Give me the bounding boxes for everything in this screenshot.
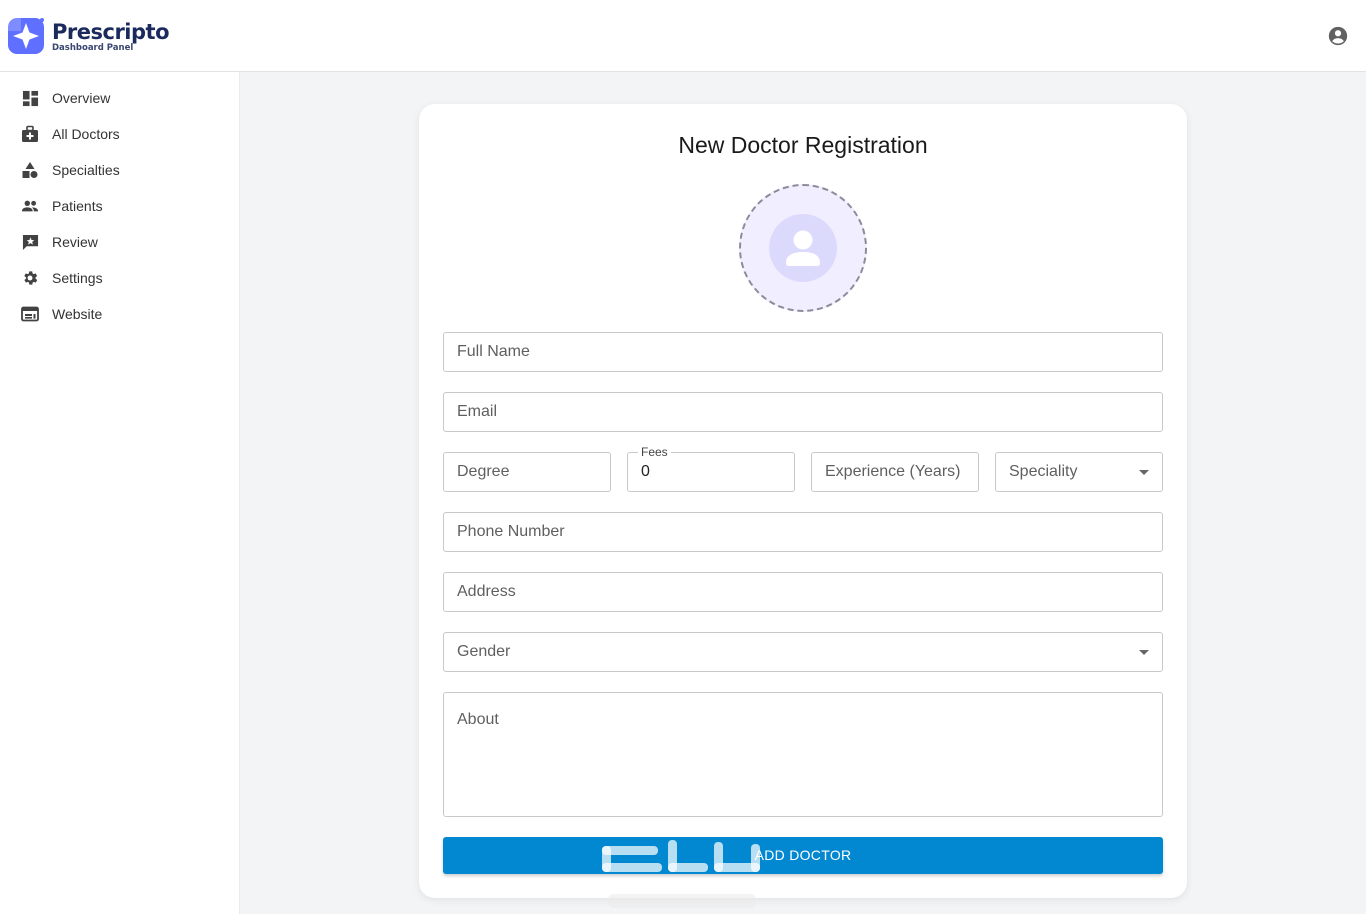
about-placeholder: About [457,711,499,728]
address-placeholder: Address [457,583,516,600]
account-circle-icon[interactable] [1327,25,1349,47]
degree-field[interactable]: Degree [443,452,611,492]
doctor-registration-card: New Doctor Registration Full Name Email … [419,104,1187,898]
brand-name: Prescripto [52,20,170,44]
shapes-icon [21,161,39,179]
speciality-select[interactable]: Speciality [995,452,1163,492]
full-name-placeholder: Full Name [457,343,530,360]
user-avatar-icon [769,214,837,282]
medical-bag-icon [21,125,39,143]
sidebar-item-label: All Doctors [52,126,120,142]
top-header: Prescripto Dashboard Panel [0,0,1366,72]
brand-subtitle: Dashboard Panel [52,43,134,53]
sidebar-item-label: Overview [52,90,111,106]
gender-placeholder: Gender [457,643,511,660]
logo-icon [8,18,44,54]
sidebar: Overview All Doctors Specialties Patient… [0,72,240,914]
fees-value: 0 [641,463,650,480]
web-icon [21,305,39,323]
sidebar-item-label: Specialties [52,162,120,178]
page-title: New Doctor Registration [678,132,928,158]
sidebar-item-settings[interactable]: Settings [0,260,240,296]
gender-select[interactable]: Gender [443,632,1163,672]
degree-placeholder: Degree [457,463,510,480]
gear-icon [21,269,39,287]
dashboard-icon [21,89,39,107]
sidebar-item-website[interactable]: Website [0,296,240,332]
phone-field[interactable]: Phone Number [443,512,1163,552]
sidebar-item-patients[interactable]: Patients [0,188,240,224]
add-doctor-button[interactable]: ADD DOCTOR [443,837,1163,874]
experience-field[interactable]: Experience (Years) [811,452,979,492]
dropdown-arrow-icon [1139,650,1149,655]
address-field[interactable]: Address [443,572,1163,612]
sidebar-item-label: Settings [52,270,103,286]
about-textarea[interactable]: About [443,692,1163,817]
email-placeholder: Email [457,403,498,420]
fees-label: Fees [638,445,671,459]
full-name-field[interactable]: Full Name [443,332,1163,372]
sidebar-item-specialties[interactable]: Specialties [0,152,240,188]
sidebar-item-all-doctors[interactable]: All Doctors [0,116,240,152]
rate-review-icon [21,233,39,251]
phone-placeholder: Phone Number [457,523,565,540]
email-field[interactable]: Email [443,392,1163,432]
dropdown-arrow-icon [1139,470,1149,475]
sidebar-item-label: Website [52,306,103,322]
sidebar-item-label: Review [52,234,98,250]
brand-logo[interactable]: Prescripto Dashboard Panel [8,18,170,54]
sidebar-item-review[interactable]: Review [0,224,240,260]
experience-placeholder: Experience (Years) [825,463,961,480]
avatar-upload[interactable] [739,184,867,312]
sidebar-item-overview[interactable]: Overview [0,80,240,116]
sidebar-item-label: Patients [52,198,103,214]
speciality-placeholder: Speciality [1009,463,1078,480]
people-icon [21,197,39,215]
